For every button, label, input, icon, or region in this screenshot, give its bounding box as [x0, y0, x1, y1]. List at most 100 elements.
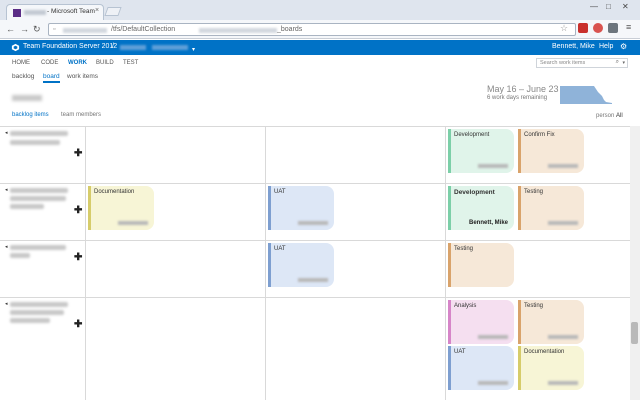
new-tab-button[interactable]	[104, 7, 122, 16]
task-card[interactable]: UAT	[268, 186, 334, 230]
card-assignee: Bennett, Mike	[468, 220, 508, 226]
person-filter-value[interactable]: All	[616, 113, 623, 119]
task-card[interactable]: Testing	[518, 300, 584, 344]
hub-test[interactable]: TEST	[123, 60, 138, 66]
tab-title: - Microsoft Team	[47, 8, 95, 15]
forward-icon[interactable]: →	[20, 24, 29, 34]
url-host-redacted	[63, 28, 107, 33]
row-title-redacted	[10, 318, 50, 323]
search-input[interactable]: Search work items ⌕ ▾	[536, 58, 628, 68]
url-path: /tfs/DefaultCollection	[111, 26, 176, 33]
card-title: Development	[454, 132, 490, 138]
row-collapse-icon[interactable]: ◂	[5, 244, 8, 250]
task-card[interactable]: Testing	[518, 186, 584, 230]
row-title-redacted[interactable]	[10, 302, 68, 307]
hub-build[interactable]: BUILD	[96, 60, 114, 66]
sub-nav: backlog board work items	[0, 71, 640, 83]
row-title-redacted	[10, 204, 44, 209]
task-card[interactable]: UAT	[268, 243, 334, 287]
add-task-icon[interactable]: ✚	[74, 252, 82, 263]
card-title: UAT	[454, 349, 466, 355]
row-collapse-icon[interactable]: ◂	[5, 187, 8, 193]
user-name[interactable]: Bennett, Mike	[552, 43, 595, 50]
card-title: UAT	[274, 189, 286, 195]
row-title-redacted[interactable]	[10, 188, 68, 193]
row-title-redacted	[10, 140, 60, 145]
task-card[interactable]: Analysis	[448, 300, 514, 344]
back-icon[interactable]: ←	[6, 24, 15, 34]
tab-close-icon[interactable]: ×	[95, 7, 99, 14]
task-card[interactable]: Documentation	[88, 186, 154, 230]
card-title: Analysis	[454, 303, 477, 309]
minimize-button[interactable]: —	[590, 2, 598, 11]
hub-home[interactable]: HOME	[12, 60, 30, 66]
column-divider	[445, 126, 446, 400]
card-status-bar	[518, 186, 521, 230]
card-title: Testing	[524, 303, 544, 309]
view-backlog-items[interactable]: backlog items	[12, 112, 49, 118]
vs-favicon-icon	[13, 9, 21, 17]
sprint-name-redacted	[12, 95, 42, 101]
task-card[interactable]: UAT	[448, 346, 514, 390]
subnav-work-items[interactable]: work items	[67, 73, 98, 80]
row-divider	[0, 240, 630, 241]
search-chevron-icon[interactable]: ▾	[622, 60, 625, 66]
browser-menu-icon[interactable]: ≡	[626, 22, 631, 32]
card-status-bar	[518, 346, 521, 390]
days-remaining: 6 work days remaining	[487, 95, 548, 101]
address-bar[interactable]: ▫ /tfs/DefaultCollection _boards	[48, 23, 576, 36]
close-window-button[interactable]: ✕	[622, 2, 629, 11]
row-collapse-icon[interactable]: ◂	[5, 130, 8, 136]
breadcrumb-chevron-icon[interactable]: ▾	[192, 46, 195, 53]
subnav-board[interactable]: board	[43, 73, 60, 83]
reload-icon[interactable]: ↻	[33, 24, 41, 35]
card-status-bar	[518, 129, 521, 173]
task-card[interactable]: Development	[448, 129, 514, 173]
help-link[interactable]: Help	[599, 43, 613, 50]
browser-tab[interactable]: - Microsoft Team ×	[6, 4, 104, 20]
task-card[interactable]: Development Bennett, Mike	[448, 186, 514, 230]
tab-title-redacted	[24, 10, 46, 15]
subnav-backlog[interactable]: backlog	[12, 73, 34, 80]
extension-gray-icon[interactable]	[608, 23, 618, 33]
card-status-bar	[448, 186, 451, 230]
card-assignee-redacted	[548, 381, 578, 385]
breadcrumb-team-redacted[interactable]	[152, 45, 188, 50]
scrollbar-thumb[interactable]	[631, 322, 638, 344]
row-title-redacted	[10, 196, 66, 201]
add-task-icon[interactable]: ✚	[74, 148, 82, 159]
extension-red-icon[interactable]	[578, 23, 588, 33]
card-status-bar	[268, 243, 271, 287]
card-assignee-redacted	[298, 278, 328, 282]
card-title: Confirm Fix	[524, 132, 555, 138]
row-title-redacted[interactable]	[10, 245, 66, 250]
hub-code[interactable]: CODE	[41, 60, 58, 66]
row-collapse-icon[interactable]: ◂	[5, 301, 8, 307]
search-icon[interactable]: ⌕	[616, 59, 619, 66]
card-status-bar	[448, 243, 451, 287]
card-title: Testing	[454, 246, 474, 252]
person-filter-label: person	[596, 113, 615, 119]
scrollbar-track[interactable]	[630, 126, 640, 400]
row-divider	[0, 183, 630, 184]
row-title-redacted[interactable]	[10, 131, 68, 136]
card-assignee-redacted	[548, 335, 578, 339]
burndown-area	[560, 86, 612, 104]
add-task-icon[interactable]: ✚	[74, 319, 82, 330]
gear-icon[interactable]: ⚙	[620, 42, 627, 51]
view-team-members[interactable]: team members	[61, 112, 101, 118]
task-card[interactable]: Testing	[448, 243, 514, 287]
maximize-button[interactable]: □	[606, 2, 611, 11]
card-title: Documentation	[94, 189, 135, 195]
burndown-chart[interactable]	[560, 84, 612, 104]
bookmark-star-icon[interactable]: ☆	[560, 23, 568, 34]
add-task-icon[interactable]: ✚	[74, 205, 82, 216]
adblock-icon[interactable]	[593, 23, 603, 33]
hub-work[interactable]: WORK	[68, 60, 87, 66]
task-card[interactable]: Confirm Fix	[518, 129, 584, 173]
card-assignee-redacted	[478, 335, 508, 339]
breadcrumb-project-redacted[interactable]	[120, 45, 146, 50]
card-assignee-redacted	[298, 221, 328, 225]
product-title[interactable]: Team Foundation Server 2012	[23, 43, 117, 50]
task-card[interactable]: Documentation	[518, 346, 584, 390]
